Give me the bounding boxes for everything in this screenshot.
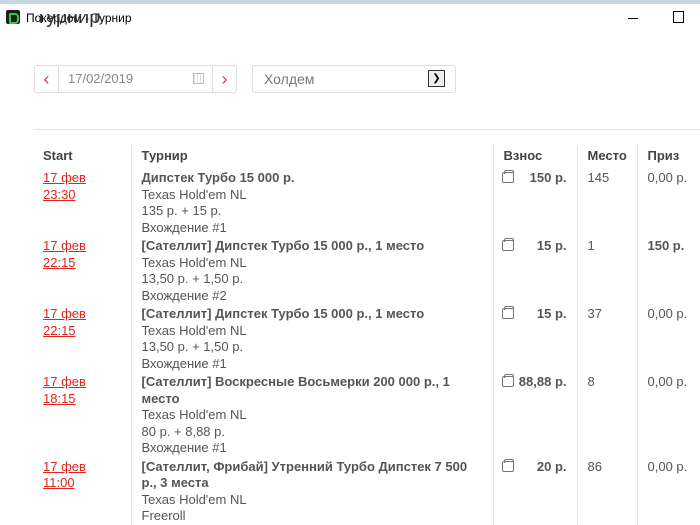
tournament-table: Start Турнир Взнос Место Приз 17 фев 23:30 Ди… bbox=[33, 145, 700, 525]
next-date-button[interactable]: › bbox=[212, 66, 236, 92]
buyin: Freeroll bbox=[141, 508, 186, 523]
table-row: 17 фев 22:15 [Сателлит] Дипстек Турбо 15 … bbox=[33, 236, 700, 304]
game-type: Texas Hold'em NL bbox=[141, 322, 247, 338]
header-place: Место bbox=[576, 145, 637, 168]
date-input[interactable]: 17/02/2019 bbox=[59, 66, 212, 92]
header-fee: Взнос bbox=[492, 145, 577, 168]
game-type: Texas Hold'em NL bbox=[141, 186, 247, 202]
tournament-name: [Сателлит, Фрибай] Утренний Турбо Дипсте… bbox=[141, 458, 468, 491]
place-cell: 37 bbox=[576, 304, 637, 372]
header-tournament: Турнир bbox=[130, 145, 493, 168]
entry: Вхождение #1 bbox=[141, 219, 227, 235]
page-title: Турнир bbox=[35, 14, 101, 28]
table-row: 17 фев 11:00 [Сателлит, Фрибай] Утренний … bbox=[33, 456, 700, 525]
prize-cell: 0,00 р. bbox=[636, 304, 700, 372]
wallet-icon bbox=[501, 170, 514, 183]
start-cell: 17 фев 22:15 bbox=[33, 236, 131, 304]
tournament-name: Дипстек Турбо 15 000 р. bbox=[141, 170, 295, 185]
fee-cell: 88,88 р. bbox=[492, 372, 577, 457]
table-row: 17 фев 18:15 [Сателлит] Воскресные Восьме… bbox=[33, 372, 700, 457]
place-cell: 1 bbox=[576, 236, 637, 304]
start-cell: 17 фев 22:15 bbox=[33, 304, 131, 372]
tournament-name: [Сателлит] Воскресные Восьмерки 200 000 … bbox=[141, 374, 450, 406]
game-type: Texas Hold'em NL bbox=[141, 491, 247, 507]
fee-cell: 15 р. bbox=[492, 236, 577, 304]
date-picker: ‹ 17/02/2019 › bbox=[34, 65, 237, 93]
prize-cell: 0,00 р. bbox=[636, 456, 700, 525]
start-time-link[interactable]: 17 фев 22:15 bbox=[43, 238, 86, 270]
buyin: 13,50 р. + 1,50 р. bbox=[141, 271, 244, 286]
tournament-cell: [Сателлит] Воскресные Восьмерки 200 000 … bbox=[130, 372, 493, 457]
wallet-icon bbox=[501, 306, 514, 319]
start-time-link[interactable]: 17 фев 23:30 bbox=[43, 170, 86, 202]
buyin: 80 р. + 8,88 р. bbox=[141, 423, 225, 439]
fee-cell: 150 р. bbox=[492, 168, 577, 236]
fee-value: 88,88 р. bbox=[518, 374, 567, 389]
buyin: 13,50 р. + 1,50 р. bbox=[141, 339, 244, 354]
start-cell: 17 фев 11:00 bbox=[33, 457, 131, 525]
fee-value: 15 р. bbox=[536, 306, 567, 321]
table-row: 17 фев 22:15 [Сателлит] Дипстек Турбо 15 … bbox=[33, 304, 700, 372]
header-prize: Приз bbox=[636, 145, 700, 168]
prize-cell: 0,00 р. bbox=[636, 372, 700, 457]
entry: Вхождение #1 bbox=[141, 355, 227, 371]
tournament-cell: [Сателлит] Дипстек Турбо 15 000 р., 1 ме… bbox=[130, 236, 493, 304]
tournament-name: [Сателлит] Дипстек Турбо 15 000 р., 1 ме… bbox=[141, 306, 425, 321]
chevron-down-icon: ❯ bbox=[428, 70, 445, 87]
minimize-button[interactable] bbox=[624, 7, 644, 25]
start-time-link[interactable]: 17 фев 18:15 bbox=[43, 374, 86, 406]
buyin: 135 р. + 15 р. bbox=[141, 203, 222, 218]
tournament-cell: [Сателлит, Фрибай] Утренний Турбо Дипсте… bbox=[130, 456, 493, 525]
entry: Вхождение #1 bbox=[141, 440, 227, 455]
wallet-icon bbox=[501, 458, 514, 472]
place-cell: 86 bbox=[576, 456, 637, 525]
fee-cell: 15 р. bbox=[492, 304, 577, 372]
fee-value: 15 р. bbox=[536, 238, 567, 253]
entry: Вхождение #2 bbox=[141, 287, 227, 303]
table-header: Start Турнир Взнос Место Приз bbox=[33, 145, 700, 168]
app-logo-icon bbox=[6, 10, 20, 24]
start-time-link[interactable]: 17 фев 22:15 bbox=[43, 306, 86, 338]
start-cell: 17 фев 23:30 bbox=[33, 168, 131, 236]
maximize-button[interactable] bbox=[669, 7, 689, 25]
calendar-icon[interactable] bbox=[193, 73, 204, 84]
tournament-cell: [Сателлит] Дипстек Турбо 15 000 р., 1 ме… bbox=[130, 304, 493, 372]
fee-value: 20 р. bbox=[536, 458, 567, 474]
game-type: Texas Hold'em NL bbox=[141, 254, 247, 270]
divider bbox=[33, 129, 700, 130]
header-start: Start bbox=[43, 148, 73, 163]
place-cell: 145 bbox=[576, 168, 637, 236]
wallet-icon bbox=[501, 374, 514, 387]
start-cell: 17 фев 18:15 bbox=[33, 372, 131, 457]
start-time-link[interactable]: 17 фев 11:00 bbox=[43, 459, 86, 491]
tournament-cell: Дипстек Турбо 15 000 р. Texas Hold'em NL 1… bbox=[130, 168, 493, 236]
table-row: 17 фев 23:30 Дипстек Турбо 15 000 р. Texas… bbox=[33, 168, 700, 236]
tournament-name: [Сателлит] Дипстек Турбо 15 000 р., 1 ме… bbox=[141, 238, 425, 253]
wallet-icon bbox=[501, 238, 514, 251]
game-type: Texas Hold'em NL bbox=[141, 407, 247, 422]
fee-value: 150 р. bbox=[529, 170, 567, 185]
fee-cell: 20 р. bbox=[492, 456, 577, 525]
prize-cell: 150 р. bbox=[636, 236, 700, 304]
place-cell: 8 bbox=[576, 372, 637, 457]
prize-cell: 0,00 р. bbox=[636, 168, 700, 236]
window-titlebar: Покердом - Турнир bbox=[0, 4, 700, 28]
prev-date-button[interactable]: ‹ bbox=[35, 66, 59, 92]
game-select[interactable]: Холдем ❯ bbox=[252, 65, 456, 93]
